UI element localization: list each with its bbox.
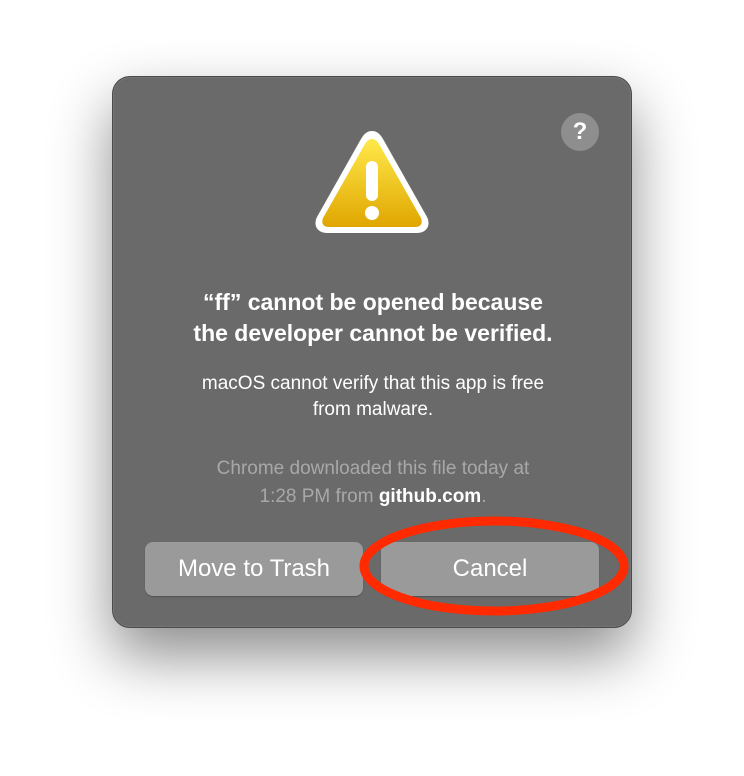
warning-triangle-icon [315, 131, 429, 233]
dialog-message: macOS cannot verify that this app is fre… [143, 371, 603, 423]
download-info-period: . [481, 486, 487, 507]
download-info-line-2: 1:28 PM from github.com. [143, 483, 603, 511]
dialog-title-line-1: “ff” cannot be opened because [203, 289, 543, 315]
help-button[interactable]: ? [561, 113, 599, 151]
gatekeeper-alert-dialog: ? “ff” cannot be opened because the deve… [112, 76, 632, 628]
question-mark-icon: ? [572, 118, 588, 145]
dialog-title-line-2: the developer cannot be verified. [193, 320, 553, 346]
download-info: Chrome downloaded this file today at 1:2… [143, 455, 603, 511]
dialog-message-line-2: from malware. [312, 399, 434, 420]
download-info-line-1: Chrome downloaded this file today at [216, 458, 530, 479]
cancel-button[interactable]: Cancel [381, 542, 599, 596]
screenshot-stage: ? “ff” cannot be opened because the deve… [0, 0, 744, 776]
dialog-message-line-1: macOS cannot verify that this app is fre… [201, 373, 545, 394]
move-to-trash-button[interactable]: Move to Trash [145, 542, 363, 596]
dialog-title: “ff” cannot be opened because the develo… [133, 287, 613, 349]
download-source-domain: github.com [378, 486, 482, 507]
download-info-time: 1:28 PM from [259, 486, 379, 507]
